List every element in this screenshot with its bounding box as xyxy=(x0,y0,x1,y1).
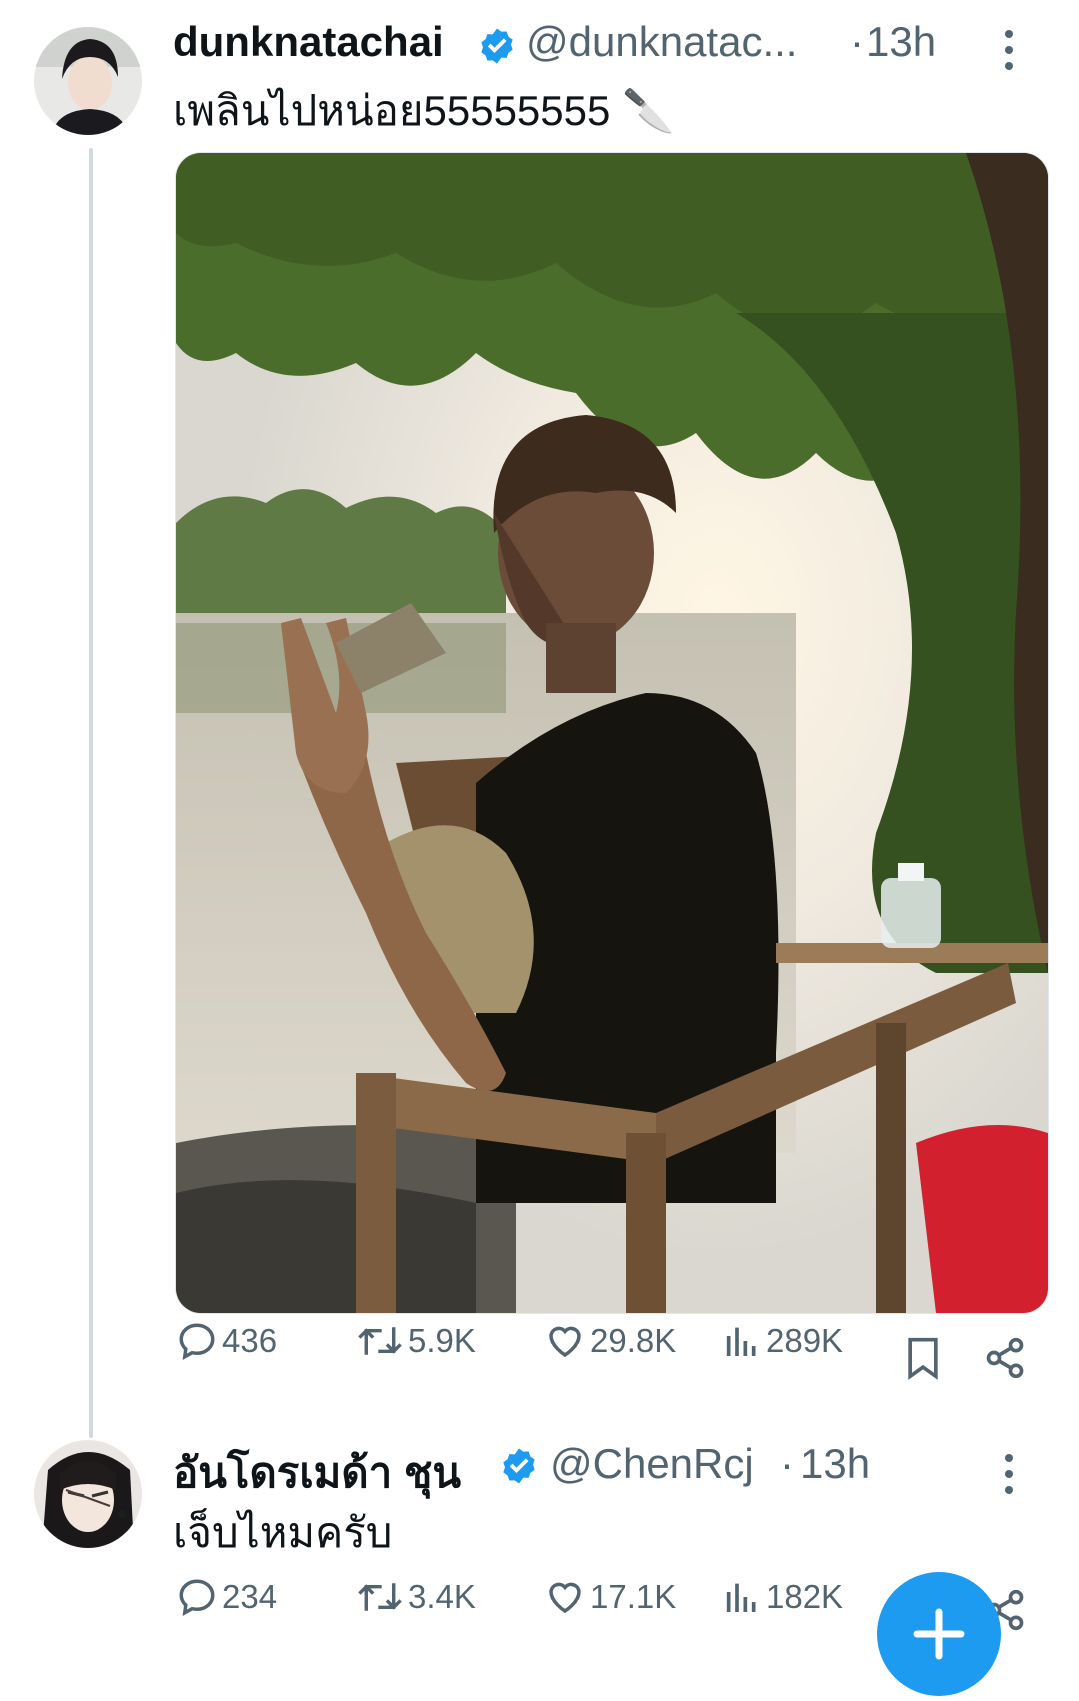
share-icon[interactable] xyxy=(983,1336,1027,1380)
like-count: 29.8K xyxy=(590,1322,677,1359)
reply-views-count: 182K xyxy=(766,1578,844,1615)
author-handle[interactable]: @dunknatac... xyxy=(526,18,797,66)
reply-like-count: 17.1K xyxy=(590,1578,677,1615)
tweet-separator-dot: · xyxy=(850,18,864,65)
retweet-count: 5.9K xyxy=(408,1322,476,1359)
compose-fab-button[interactable] xyxy=(877,1572,1001,1696)
plus-icon xyxy=(913,1608,965,1660)
reply-count: 436 xyxy=(222,1322,278,1359)
verified-badge-icon xyxy=(503,1448,535,1484)
more-vertical-icon[interactable] xyxy=(1003,1452,1015,1496)
reply-separator-dot: · xyxy=(780,1440,794,1487)
views-icon xyxy=(726,1327,756,1356)
reply-display-name[interactable]: อันโดรเมด้า ชุน xyxy=(173,1440,461,1506)
views-icon xyxy=(726,1583,756,1612)
tweet-body-text: เพลินไปหน่อย55555555 🔪 xyxy=(173,87,675,134)
reply-reply-button[interactable]: 234 xyxy=(176,1576,277,1618)
retweet-icon xyxy=(358,1583,402,1611)
retweet-button[interactable]: 5.9K xyxy=(356,1320,476,1362)
reply-icon xyxy=(179,1579,215,1616)
verified-badge-icon xyxy=(481,28,513,64)
reply-body-text: เจ็บไหมครับ xyxy=(173,1509,393,1556)
heart-icon xyxy=(549,1582,581,1614)
more-vertical-icon[interactable] xyxy=(1003,28,1015,72)
bookmark-icon[interactable] xyxy=(904,1336,942,1380)
reply-like-button[interactable]: 17.1K xyxy=(544,1576,676,1618)
reply-handle[interactable]: @ChenRcj xyxy=(550,1440,754,1488)
views-button[interactable]: 289K xyxy=(722,1320,843,1362)
reply-reply-count: 234 xyxy=(222,1578,278,1615)
tweet-media-photo[interactable] xyxy=(175,152,1049,1314)
author-avatar[interactable] xyxy=(34,27,142,135)
author-display-name[interactable]: dunknatachai xyxy=(173,18,444,66)
reply-retweet-button[interactable]: 3.4K xyxy=(356,1576,476,1618)
tweet-timestamp[interactable]: 13h xyxy=(866,18,936,66)
reply-icon xyxy=(179,1323,215,1360)
reply-timestamp[interactable]: 13h xyxy=(800,1440,870,1488)
thread-connector-line xyxy=(89,148,93,1438)
retweet-icon xyxy=(358,1327,402,1355)
reply-views-button[interactable]: 182K xyxy=(722,1576,843,1618)
reply-button[interactable]: 436 xyxy=(176,1320,277,1362)
views-count: 289K xyxy=(766,1322,844,1359)
like-button[interactable]: 29.8K xyxy=(544,1320,676,1362)
reply-author-avatar[interactable] xyxy=(34,1440,142,1548)
reply-retweet-count: 3.4K xyxy=(408,1578,476,1615)
heart-icon xyxy=(549,1326,581,1358)
